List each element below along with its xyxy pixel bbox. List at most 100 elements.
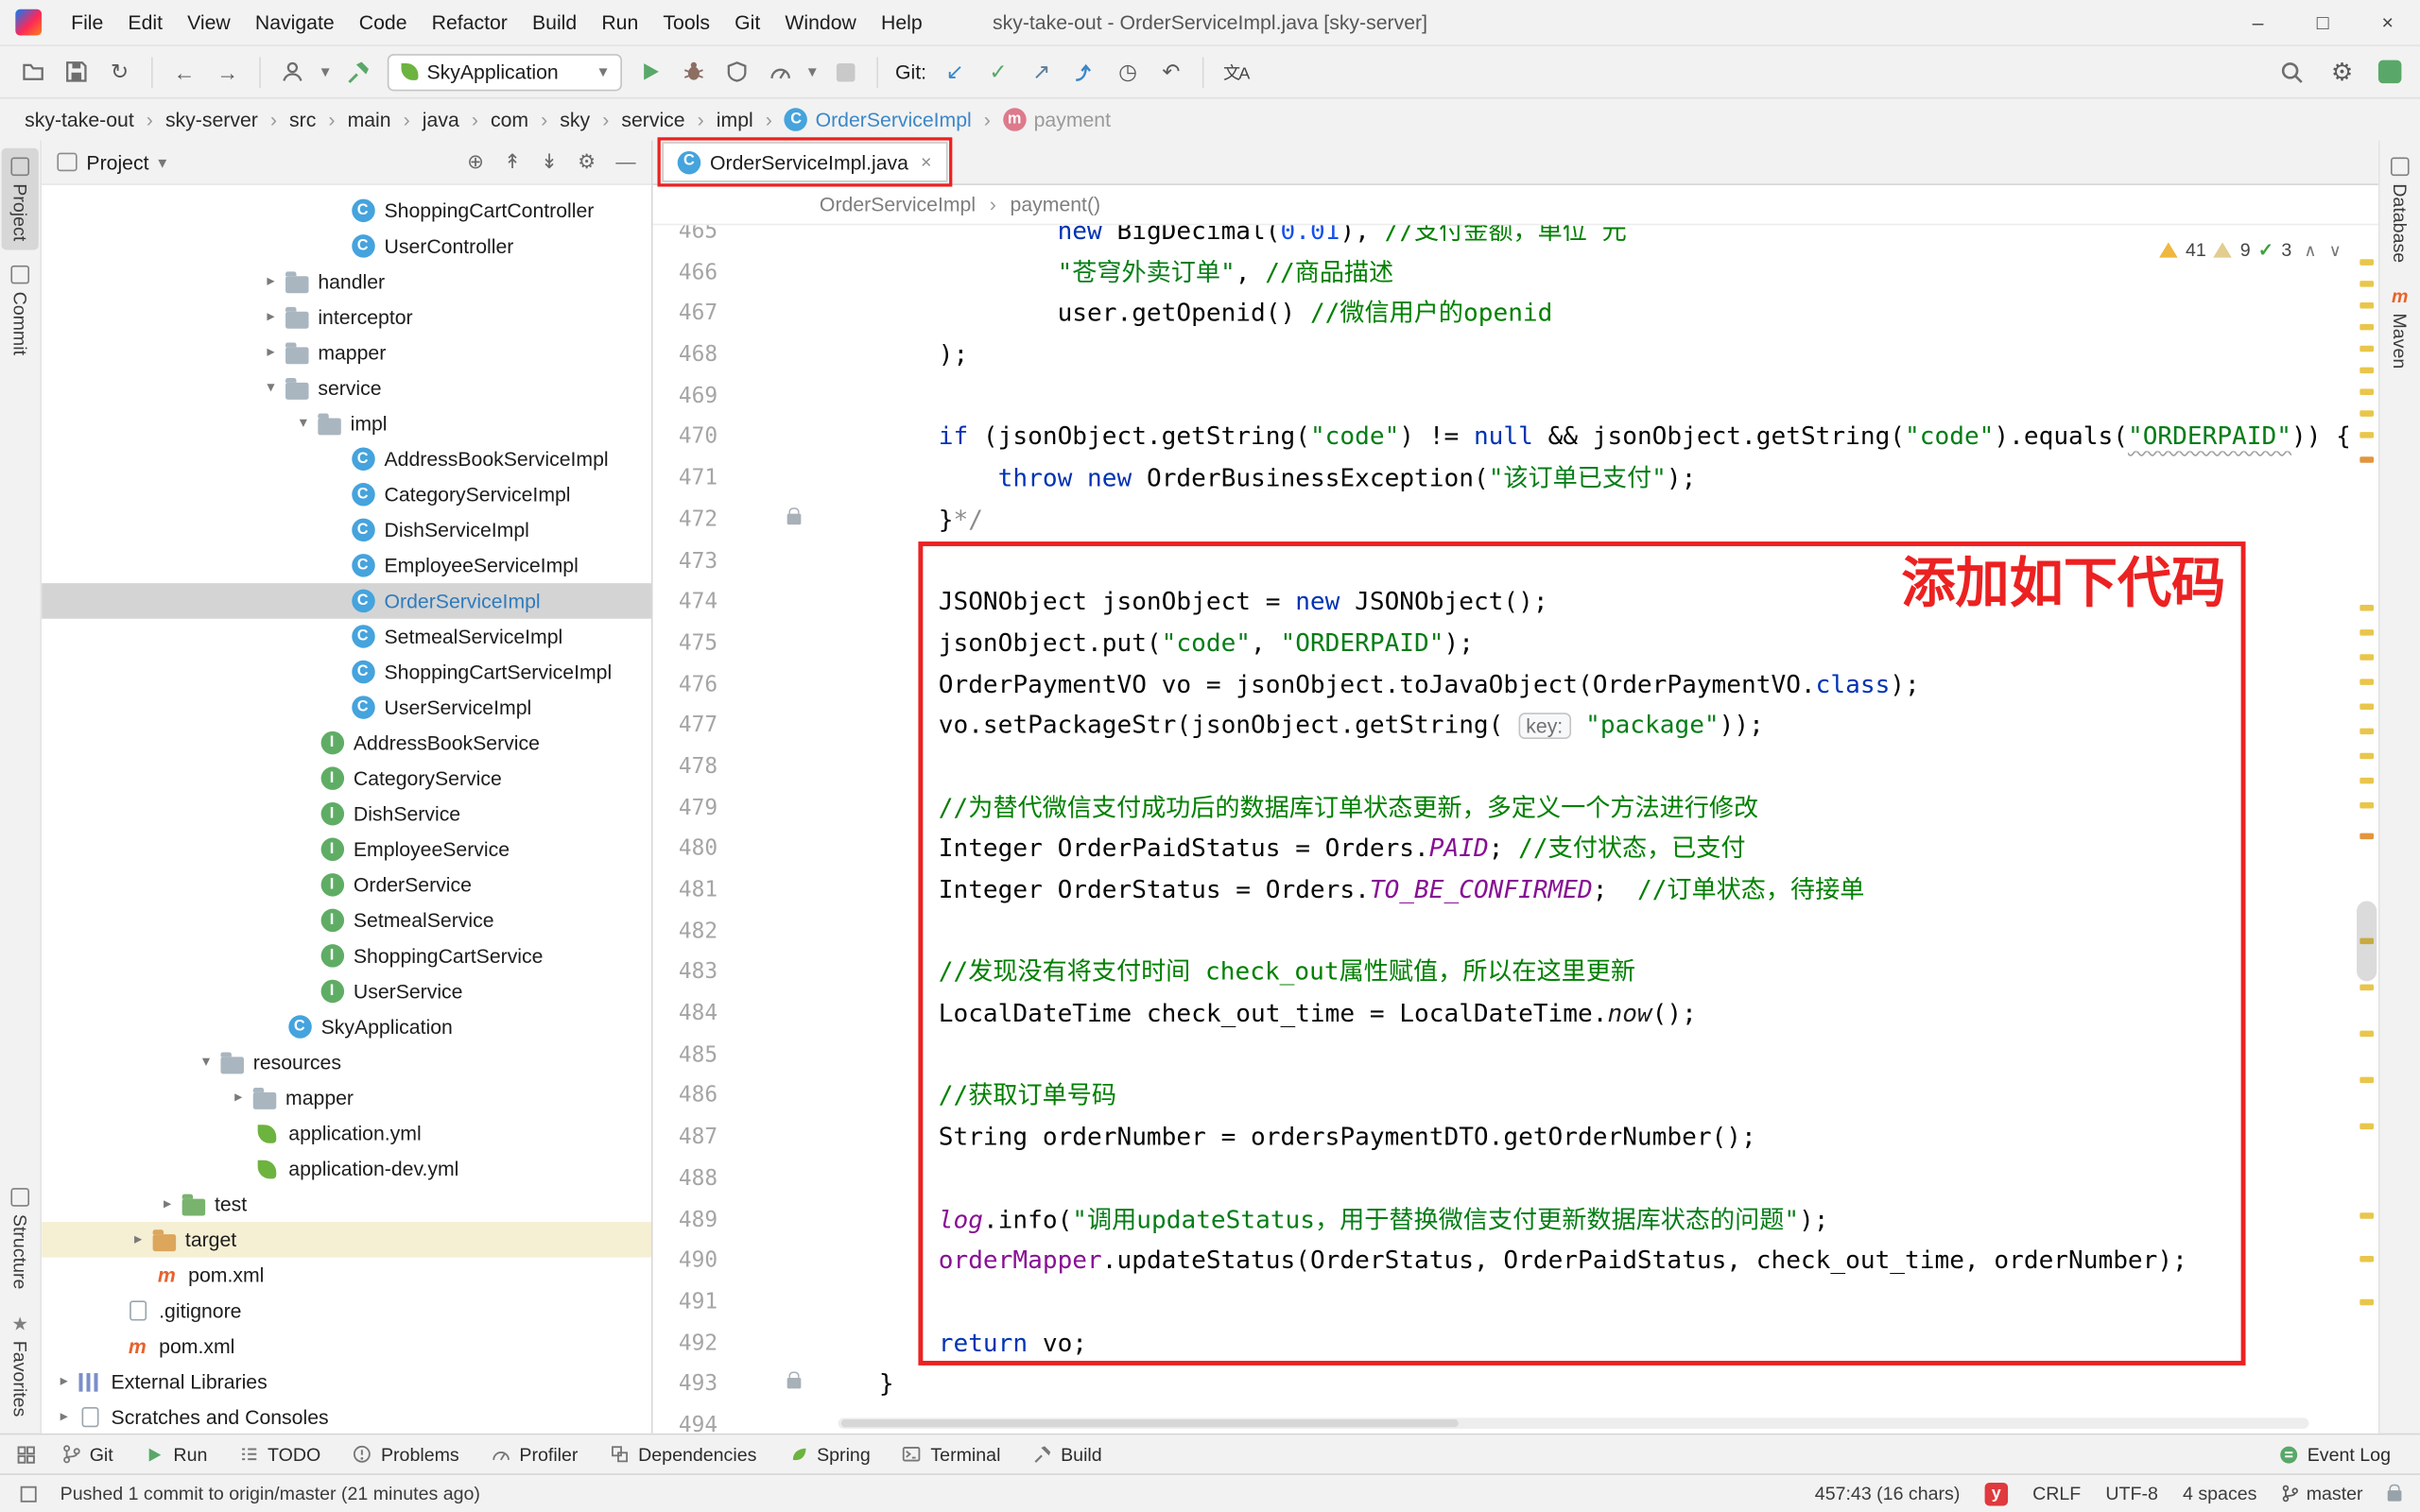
- line-number[interactable]: 471: [653, 458, 718, 500]
- git-push-icon[interactable]: ↗: [1027, 57, 1056, 86]
- toolwindow-problems[interactable]: Problems: [337, 1438, 473, 1469]
- code-line[interactable]: 476 OrderPaymentVO vo = jsonObject.toJav…: [653, 664, 2353, 706]
- code-line[interactable]: 470 if (jsonObject.getString("code") != …: [653, 418, 2353, 459]
- tree-item-setmealserviceimpl[interactable]: CSetmealServiceImpl: [42, 619, 651, 655]
- chevron-right-icon[interactable]: ▸: [225, 1090, 251, 1107]
- save-icon[interactable]: [61, 57, 91, 86]
- code-line[interactable]: 493 }: [653, 1365, 2353, 1406]
- tree-item-shoppingcartcontroller[interactable]: CShoppingCartController: [42, 193, 651, 229]
- tree-item-impl[interactable]: ▾impl: [42, 405, 651, 441]
- tree-item-gitignore[interactable]: .gitignore: [42, 1293, 651, 1329]
- tree-item-orderservice[interactable]: IOrderService: [42, 868, 651, 903]
- tree-item-skyapplication[interactable]: CSkyApplication: [42, 1009, 651, 1045]
- open-icon[interactable]: [19, 57, 48, 86]
- line-number[interactable]: 476: [653, 664, 718, 706]
- run-icon[interactable]: [635, 57, 665, 86]
- git-update-icon[interactable]: ↙: [941, 57, 970, 86]
- close-icon[interactable]: ×: [921, 151, 931, 173]
- stop-icon[interactable]: [830, 57, 859, 86]
- close-button[interactable]: ×: [2355, 0, 2420, 44]
- toolwindow-event-log[interactable]: Event Log: [2264, 1438, 2405, 1469]
- line-number[interactable]: 484: [653, 994, 718, 1036]
- file-encoding[interactable]: UTF-8: [2105, 1483, 2158, 1504]
- code-line[interactable]: 471 throw new OrderBusinessException("该订…: [653, 458, 2353, 500]
- status-message[interactable]: Pushed 1 commit to origin/master (21 min…: [60, 1483, 480, 1504]
- locate-icon[interactable]: ⊕: [467, 149, 484, 174]
- tree-item-application-yml[interactable]: application.yml: [42, 1115, 651, 1151]
- breadcrumb-main[interactable]: main: [341, 107, 397, 133]
- collapse-all-icon[interactable]: ↟: [504, 149, 521, 174]
- line-number[interactable]: 467: [653, 294, 718, 335]
- code-line[interactable]: 478: [653, 747, 2353, 788]
- toolwindow-spring[interactable]: Spring: [773, 1438, 884, 1469]
- line-number[interactable]: 465: [653, 225, 718, 252]
- tree-item-setmealservice[interactable]: ISetmealService: [42, 902, 651, 938]
- expand-all-icon[interactable]: ↡: [541, 149, 558, 174]
- tree-item-application-dev-yml[interactable]: application-dev.yml: [42, 1151, 651, 1187]
- toolwindow-run[interactable]: Run: [130, 1438, 221, 1469]
- tree-item-handler[interactable]: ▸handler: [42, 264, 651, 300]
- breadcrumb-src[interactable]: src: [284, 107, 322, 133]
- toolwindow-switcher-icon[interactable]: [15, 1443, 37, 1465]
- code-line[interactable]: 469: [653, 376, 2353, 418]
- next-issue-icon[interactable]: ∨: [2329, 240, 2342, 260]
- code-line[interactable]: 489 log.info("调用updateStatus，用于替换微信支付更新数…: [653, 1199, 2353, 1241]
- breadcrumb-sky-server[interactable]: sky-server: [159, 107, 264, 133]
- line-number[interactable]: 487: [653, 1117, 718, 1159]
- tree-item-categoryserviceimpl[interactable]: CCategoryServiceImpl: [42, 476, 651, 512]
- gear-icon[interactable]: ⚙: [2327, 57, 2357, 86]
- rollback-icon[interactable]: ↶: [1156, 57, 1185, 86]
- code-line[interactable]: 465 new BigDecimal(0.01), //支付金额，单位 元: [653, 225, 2353, 252]
- line-number[interactable]: 472: [653, 500, 718, 541]
- line-number[interactable]: 493: [653, 1365, 718, 1406]
- user-icon[interactable]: [278, 57, 307, 86]
- line-number[interactable]: 468: [653, 335, 718, 376]
- translate-icon[interactable]: 文A: [1221, 57, 1251, 86]
- tree-item-shoppingcartservice[interactable]: IShoppingCartService: [42, 938, 651, 974]
- tree-item-scratches-and-consoles[interactable]: ▸Scratches and Consoles: [42, 1400, 651, 1434]
- line-number[interactable]: 494: [653, 1405, 718, 1433]
- line-number[interactable]: 480: [653, 829, 718, 870]
- tree-item-employeeserviceimpl[interactable]: CEmployeeServiceImpl: [42, 548, 651, 584]
- tree-item-addressbookserviceimpl[interactable]: CAddressBookServiceImpl: [42, 441, 651, 477]
- breadcrumb-orderserviceimpl[interactable]: COrderServiceImpl: [778, 107, 977, 133]
- line-number[interactable]: 477: [653, 706, 718, 747]
- horizontal-scrollbar[interactable]: [838, 1418, 2309, 1428]
- code-line[interactable]: 485: [653, 1035, 2353, 1076]
- chevron-down-icon[interactable]: ▾: [808, 61, 817, 81]
- menu-navigate[interactable]: Navigate: [244, 7, 345, 39]
- tree-item-mapper[interactable]: ▸mapper: [42, 335, 651, 370]
- prev-issue-icon[interactable]: ∧: [2304, 240, 2316, 260]
- chevron-right-icon[interactable]: ▸: [258, 273, 285, 290]
- coverage-icon[interactable]: [721, 57, 751, 86]
- tree-item-dishserviceimpl[interactable]: CDishServiceImpl: [42, 512, 651, 548]
- profiler-icon[interactable]: [765, 57, 794, 86]
- chevron-right-icon[interactable]: ▸: [51, 1409, 78, 1426]
- stripe-maven[interactable]: mMaven: [2381, 278, 2418, 378]
- menu-help[interactable]: Help: [871, 7, 934, 39]
- stripe-project[interactable]: Project: [2, 148, 39, 250]
- debug-icon[interactable]: [679, 57, 708, 86]
- line-number[interactable]: 478: [653, 747, 718, 788]
- line-number[interactable]: 486: [653, 1076, 718, 1118]
- line-number[interactable]: 483: [653, 953, 718, 994]
- chevron-down-icon[interactable]: ▾: [158, 152, 166, 172]
- back-icon[interactable]: ←: [170, 57, 199, 86]
- line-number[interactable]: 481: [653, 870, 718, 912]
- line-number[interactable]: 490: [653, 1241, 718, 1282]
- code-line[interactable]: 479 //为替代微信支付成功后的数据库订单状态更新，多定义一个方法进行修改: [653, 788, 2353, 830]
- toolwindow-profiler[interactable]: Profiler: [476, 1438, 592, 1469]
- menu-refactor[interactable]: Refactor: [421, 7, 518, 39]
- line-number[interactable]: 473: [653, 541, 718, 582]
- breadcrumb-com[interactable]: com: [484, 107, 534, 133]
- tree-item-dishservice[interactable]: IDishService: [42, 796, 651, 832]
- menu-run[interactable]: Run: [591, 7, 649, 39]
- menu-git[interactable]: Git: [724, 7, 771, 39]
- chevron-down-icon[interactable]: ▾: [258, 380, 285, 397]
- line-number[interactable]: 492: [653, 1323, 718, 1365]
- code-line[interactable]: 488: [653, 1159, 2353, 1200]
- tree-item-shoppingcartserviceimpl[interactable]: CShoppingCartServiceImpl: [42, 654, 651, 690]
- tree-item-resources[interactable]: ▾resources: [42, 1044, 651, 1080]
- stripe-database[interactable]: Database: [2381, 148, 2418, 272]
- code-line[interactable]: 474 JSONObject jsonObject = new JSONObje…: [653, 582, 2353, 624]
